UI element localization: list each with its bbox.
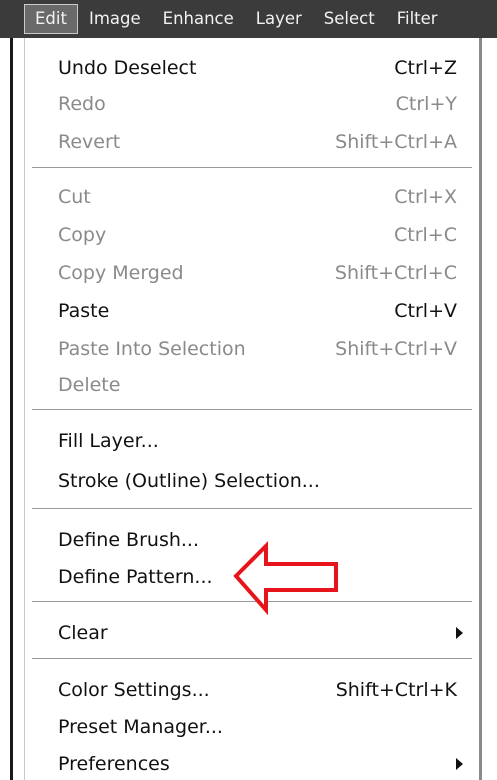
menu-item-label: Preset Manager... <box>58 716 223 738</box>
menu-item-label: Paste Into Selection <box>58 338 246 360</box>
menu-enhance[interactable]: Enhance <box>152 4 245 34</box>
menu-item-shortcut: Shift+Ctrl+C <box>334 262 457 284</box>
menu-item-shortcut: Ctrl+C <box>394 224 457 246</box>
menu-bar: Edit Image Enhance Layer Select Filter <box>0 0 497 38</box>
menu-separator <box>32 658 472 659</box>
menu-select[interactable]: Select <box>313 4 386 34</box>
menu-item-label: Delete <box>58 374 121 396</box>
menu-item-label: Redo <box>58 93 106 115</box>
menu-item-shortcut: Ctrl+Z <box>394 57 457 79</box>
menu-item-label: Fill Layer... <box>58 430 159 452</box>
annotation-arrow-shape <box>233 541 338 616</box>
menu-item-paste-into-selection[interactable]: Paste Into Selection Shift+Ctrl+V <box>58 331 457 367</box>
menu-item-label: Undo Deselect <box>58 57 197 79</box>
annotation-arrow-icon <box>233 541 338 616</box>
menu-edit[interactable]: Edit <box>24 4 78 34</box>
menu-filter[interactable]: Filter <box>386 4 449 34</box>
submenu-arrow-icon <box>456 758 463 770</box>
menu-item-shortcut: Ctrl+V <box>394 300 457 322</box>
menu-item-label: Copy <box>58 224 107 246</box>
menu-item-label: Cut <box>58 186 91 208</box>
menu-item-label: Paste <box>58 300 110 322</box>
menu-item-preset-manager[interactable]: Preset Manager... <box>58 709 457 745</box>
menu-item-stroke-outline-selection[interactable]: Stroke (Outline) Selection... <box>58 463 457 499</box>
menu-item-shortcut: Shift+Ctrl+K <box>335 679 457 701</box>
menu-separator <box>32 508 472 509</box>
menu-item-label: Define Pattern... <box>58 566 213 588</box>
menu-item-label: Define Brush... <box>58 529 200 551</box>
menu-item-label: Color Settings... <box>58 679 210 701</box>
menu-item-cut[interactable]: Cut Ctrl+X <box>58 179 457 215</box>
menu-item-shortcut: Shift+Ctrl+A <box>335 131 457 153</box>
menu-separator <box>32 167 472 168</box>
menu-item-delete[interactable]: Delete <box>58 367 457 403</box>
menu-item-label: Revert <box>58 131 121 153</box>
menu-item-redo[interactable]: Redo Ctrl+Y <box>58 86 457 122</box>
menu-item-preferences[interactable]: Preferences <box>58 746 463 780</box>
menu-separator <box>32 409 472 410</box>
menu-item-label: Copy Merged <box>58 262 184 284</box>
menu-item-copy-merged[interactable]: Copy Merged Shift+Ctrl+C <box>58 255 457 291</box>
menu-item-shortcut: Ctrl+X <box>394 186 457 208</box>
menu-item-revert[interactable]: Revert Shift+Ctrl+A <box>58 124 457 160</box>
menu-item-shortcut: Ctrl+Y <box>395 93 457 115</box>
menu-item-label: Stroke (Outline) Selection... <box>58 470 320 492</box>
menu-item-clear[interactable]: Clear <box>58 615 463 651</box>
window-edge-left <box>0 38 24 780</box>
menu-item-undo-deselect[interactable]: Undo Deselect Ctrl+Z <box>58 50 457 86</box>
edit-menu-dropdown: Undo Deselect Ctrl+Z Redo Ctrl+Y Revert … <box>24 38 479 780</box>
menu-item-fill-layer[interactable]: Fill Layer... <box>58 423 457 459</box>
window-edge-right <box>479 38 497 780</box>
menu-item-paste[interactable]: Paste Ctrl+V <box>58 293 457 329</box>
menu-item-copy[interactable]: Copy Ctrl+C <box>58 217 457 253</box>
screenshot-root: Edit Image Enhance Layer Select Filter U… <box>0 0 497 780</box>
menu-item-color-settings[interactable]: Color Settings... Shift+Ctrl+K <box>58 672 457 708</box>
menu-layer[interactable]: Layer <box>245 4 313 34</box>
menu-item-label: Clear <box>58 622 108 644</box>
menu-item-shortcut: Shift+Ctrl+V <box>335 338 457 360</box>
submenu-arrow-icon <box>456 627 463 639</box>
menu-item-label: Preferences <box>58 753 170 775</box>
menu-image[interactable]: Image <box>78 4 152 34</box>
